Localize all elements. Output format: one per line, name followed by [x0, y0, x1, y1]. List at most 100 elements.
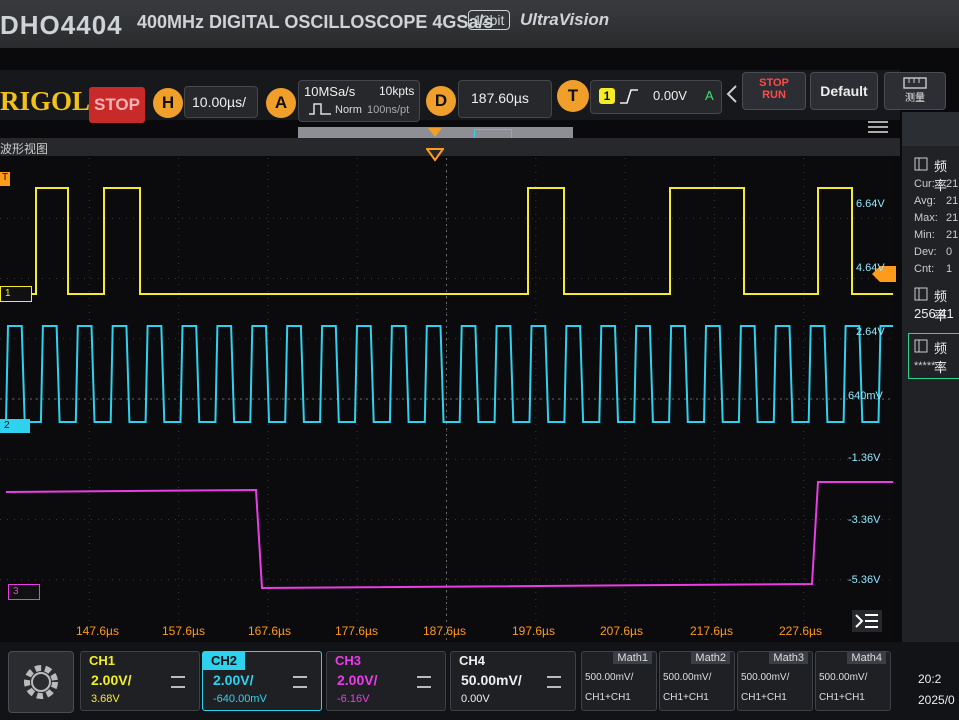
stat-label: Cnt:	[914, 263, 935, 275]
ch3-trace	[5, 481, 893, 590]
ch4-offset: 0.00V	[461, 693, 490, 705]
rising-edge-icon	[620, 89, 638, 104]
volt-label: 2.64V	[856, 326, 885, 338]
time-label: 147.6µs	[76, 624, 119, 638]
device-bezel: DHO4404 400MHz DIGITAL OSCILLOSCOPE 4GSa…	[0, 0, 959, 48]
stat-value: 21	[946, 195, 959, 207]
math2-scale: 500.00mV/	[663, 672, 712, 683]
delay-box[interactable]: 187.60µs	[458, 80, 552, 118]
stat-label: Avg:	[914, 195, 936, 207]
ch2-settings-box[interactable]: CH2 2.00V/ -640.00mV	[202, 651, 322, 711]
time-label: 227.6µs	[779, 624, 822, 638]
time-label: 207.6µs	[600, 624, 643, 638]
ch3-settings-box[interactable]: CH3 2.00V/ -6.16V	[326, 651, 446, 711]
run-state-indicator[interactable]: STOP	[89, 87, 145, 123]
ch1-offset: 3.68V	[91, 693, 120, 705]
trigger-box[interactable]: 1 0.00V A	[590, 80, 722, 114]
ch1-settings-box[interactable]: CH1 2.00V/ 3.68V	[80, 651, 200, 711]
ch4-label: CH4	[459, 653, 486, 668]
math3-box[interactable]: Math3 500.00mV/ CH1+CH1	[737, 651, 813, 711]
coupling-icon	[417, 676, 431, 688]
coupling-icon	[547, 676, 561, 688]
time-label: 157.6µs	[162, 624, 205, 638]
math4-label: Math4	[847, 652, 886, 664]
coupling-icon	[293, 676, 307, 688]
math1-scale: 500.00mV/	[585, 672, 634, 683]
math4-box[interactable]: Math4 500.00mV/ CH1+CH1	[815, 651, 891, 711]
trigger-status: A	[705, 88, 714, 103]
gear-icon	[24, 665, 58, 699]
acquire-mode: Norm	[335, 104, 362, 116]
measure2-value: 256.41	[914, 306, 954, 321]
math3-expr: CH1+CH1	[741, 692, 787, 703]
ch3-scale: 2.00V/	[337, 672, 378, 688]
acquire-badge[interactable]: A	[266, 88, 296, 118]
sample-interval: 100ns/pt	[367, 104, 410, 116]
waveform-grid[interactable]	[0, 158, 893, 640]
time-label: 187.6µs	[423, 624, 466, 638]
utility-button[interactable]	[8, 651, 74, 713]
delay-badge[interactable]: D	[426, 86, 456, 116]
measure-item-icon	[914, 339, 928, 353]
stat-value: 21	[946, 229, 959, 241]
stat-label: Cur:	[914, 178, 935, 190]
stat-label: Max:	[914, 212, 938, 224]
horizontal-badge[interactable]: H	[153, 88, 183, 118]
measure-button[interactable]: 测量	[884, 72, 946, 110]
volt-label: -1.36V	[848, 452, 881, 464]
ch2-ground-marker[interactable]: 2	[0, 419, 30, 433]
time-label: 197.6µs	[512, 624, 555, 638]
acquire-box[interactable]: 10MSa/s 10kpts Norm 100ns/pt	[298, 80, 420, 122]
math2-expr: CH1+CH1	[663, 692, 709, 703]
model-label: DHO4404	[0, 10, 123, 40]
ch4-settings-box[interactable]: CH4 50.00mV/ 0.00V	[450, 651, 576, 711]
horizontal-scale-value: 10.00µs/	[192, 94, 246, 110]
delay-value: 187.60µs	[471, 90, 529, 106]
hamburger-menu-icon[interactable]	[868, 121, 888, 135]
chevron-left-icon[interactable]	[725, 84, 739, 104]
time-label: 217.6µs	[690, 624, 733, 638]
expand-menu-icon[interactable]	[852, 610, 882, 632]
measure-icon	[903, 77, 927, 89]
measure-item-icon	[914, 157, 928, 171]
waveform-plot	[0, 158, 893, 640]
stat-label: Dev:	[914, 246, 937, 258]
ch2-offset: -640.00mV	[213, 693, 267, 705]
math3-label: Math3	[769, 652, 808, 664]
measure-label: 测量	[905, 93, 925, 104]
trigger-position-marker[interactable]	[426, 148, 444, 162]
position-marker-icon	[428, 128, 442, 137]
trigger-level-marker[interactable]: T	[0, 172, 10, 186]
volt-label: 6.64V	[856, 198, 885, 210]
stop-run-button[interactable]: STOP RUN	[742, 72, 806, 110]
math1-box[interactable]: Math1 500.00mV/ CH1+CH1	[581, 651, 657, 711]
math1-label: Math1	[613, 652, 652, 664]
clock-time: 20:2	[918, 672, 942, 686]
stat-label: Min:	[914, 229, 935, 241]
horizontal-scale-box[interactable]: 10.00µs/	[184, 86, 258, 118]
stop-label: STOP	[759, 77, 789, 89]
window-label-bar: 波形视图	[0, 138, 900, 156]
ch2-scale: 2.00V/	[213, 672, 254, 688]
default-button[interactable]: Default	[810, 72, 878, 110]
volt-label: 4.64V	[856, 262, 885, 274]
ch1-label: CH1	[89, 653, 116, 668]
stat-value: 1	[946, 263, 953, 275]
clock-date: 2025/0	[918, 693, 955, 707]
stat-value: 0	[946, 246, 953, 258]
run-label: RUN	[762, 89, 786, 101]
ch3-offset: -6.16V	[337, 693, 370, 705]
bit-depth-badge: 12bit	[468, 10, 511, 30]
math2-label: Math2	[691, 652, 730, 664]
stat-value: 21	[946, 212, 959, 224]
coupling-icon	[171, 676, 185, 688]
ch2-label: CH2	[203, 652, 246, 670]
math4-scale: 500.00mV/	[819, 672, 868, 683]
sample-rate: 10MSa/s	[304, 84, 356, 99]
trigger-badge[interactable]: T	[557, 80, 589, 112]
ch3-label: CH3	[335, 653, 362, 668]
ch1-ground-marker[interactable]: 1	[0, 286, 32, 302]
math2-box[interactable]: Math2 500.00mV/ CH1+CH1	[659, 651, 735, 711]
volt-label: -3.36V	[848, 514, 881, 526]
ch3-ground-marker[interactable]: 3	[8, 584, 40, 600]
